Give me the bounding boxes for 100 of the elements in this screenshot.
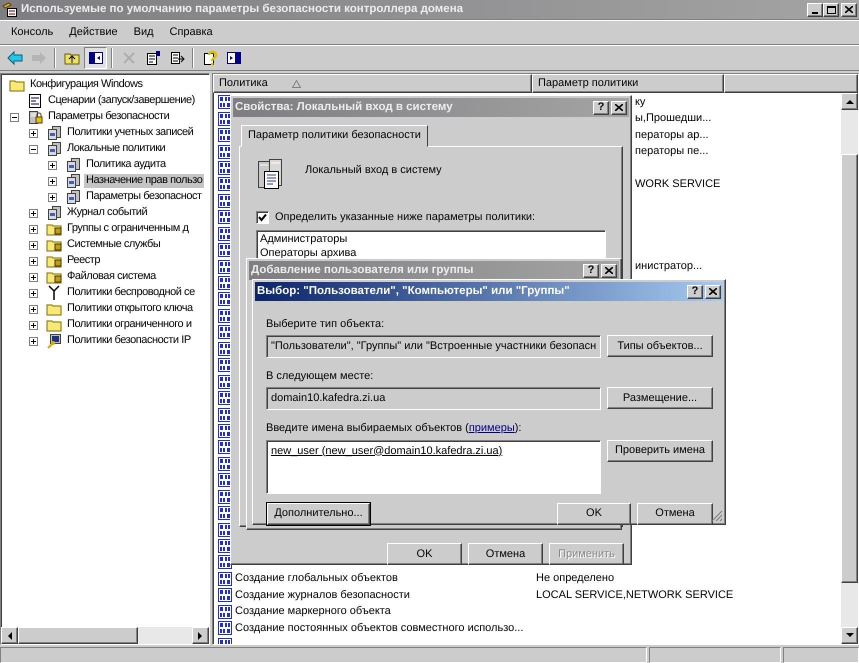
antenna-icon (46, 285, 62, 301)
list-item[interactable]: Операторы архива (260, 246, 602, 260)
readonly-field[interactable]: domain10.kafedra.zi.ua (266, 387, 601, 410)
tree-item[interactable]: Политики беспроводной се (65, 286, 197, 300)
policy-name: Создание маркерного объекта (235, 605, 391, 618)
tree-item[interactable]: Группы с ограниченным д (65, 222, 190, 236)
dialog-button[interactable]: Дополнительно... (267, 502, 370, 525)
dialog-title: Добавление пользователя или группы (251, 264, 474, 278)
tree-item[interactable]: Журнал событий (65, 206, 150, 220)
scroll-right-button[interactable] (192, 627, 209, 644)
close-button[interactable] (601, 264, 617, 278)
scroll-left-button[interactable] (1, 627, 18, 644)
policy-name: Локальный вход в систему (305, 164, 442, 178)
readonly-field[interactable]: "Пользователи", "Группы" или "Встроенные участники безопасн (266, 335, 601, 358)
policy-setting: WORK SERVICE (635, 178, 720, 191)
tree-item[interactable]: Сценарии (запуск/завершение) (46, 94, 197, 108)
tree-item[interactable]: Реестр (65, 254, 102, 268)
tree-item[interactable]: Конфигурация Windows (28, 78, 144, 92)
show-tree-button[interactable] (84, 47, 107, 69)
names-field[interactable]: new_user (new_user@domain10.kafedra.zi.ua) (266, 440, 601, 494)
help-button[interactable]: ? (687, 284, 703, 298)
expand-button[interactable] (29, 288, 38, 298)
menu-item[interactable]: Справка (162, 24, 221, 40)
column-header[interactable]: Параметр политики (532, 74, 724, 93)
servers-icon (46, 205, 62, 221)
maximize-button[interactable] (823, 2, 839, 16)
dialog-button[interactable]: Отмена (637, 502, 713, 525)
tree-item[interactable]: Политики учетных записей (65, 126, 196, 140)
close-button[interactable] (705, 284, 721, 298)
checkbox-label[interactable]: Определить указанные ниже параметры политики: (275, 211, 536, 224)
expand-button[interactable] (29, 272, 38, 282)
tree-item[interactable]: Локальные политики (65, 142, 168, 156)
expand-button[interactable] (29, 304, 38, 314)
menu-item[interactable]: Вид (126, 24, 162, 40)
tree-item[interactable]: Параметры безопасности (46, 110, 172, 124)
column-header[interactable]: Политика (213, 74, 532, 93)
checkmark-icon (258, 213, 267, 222)
servers-icon (65, 173, 81, 189)
expand-button[interactable] (29, 240, 38, 250)
scroll-down-button[interactable] (841, 627, 858, 644)
expand-button[interactable] (48, 192, 57, 202)
servers-icon (65, 189, 81, 205)
help-button[interactable]: ? (583, 264, 599, 278)
policy-icon (217, 570, 233, 587)
expand-button[interactable] (29, 128, 38, 138)
scrollbar-thumb[interactable] (841, 154, 858, 583)
back-arrow-icon (6, 50, 22, 66)
tree-item[interactable]: Политика аудита (84, 158, 168, 172)
policy-setting: LOCAL SERVICE,NETWORK SERVICE (535, 588, 734, 602)
field-label: Выберите тип объекта: (266, 318, 384, 330)
collapse-button[interactable] (29, 144, 38, 154)
dialog-button[interactable]: OK (557, 502, 631, 525)
column-header[interactable] (724, 74, 858, 93)
maximize-icon (826, 6, 836, 14)
action-pane-icon (226, 50, 242, 66)
tree-item[interactable]: Политики безопасности IP (65, 334, 193, 348)
scrollbar-thumb[interactable] (18, 627, 138, 644)
close-icon (709, 288, 717, 295)
examples-link[interactable]: примеры (468, 422, 515, 434)
policy-name: Создание глобальных объектов (235, 572, 398, 586)
collapse-button[interactable] (10, 112, 19, 122)
tree-item[interactable]: Файловая система (65, 270, 158, 284)
window-title: Используемые по умолчанию параметры безопасности контроллера домена (21, 2, 464, 16)
menu-item[interactable]: Действие (61, 24, 126, 40)
script-icon (27, 93, 43, 109)
dialog-title: Выбор: "Пользователи", "Компьютеры" или "Группы" (257, 284, 571, 298)
expand-button[interactable] (29, 256, 38, 266)
close-button[interactable] (841, 2, 857, 16)
tree-item[interactable]: Политики открытого ключа (65, 302, 195, 316)
expand-button[interactable] (29, 224, 38, 234)
expand-button[interactable] (29, 208, 38, 218)
expand-button[interactable] (48, 160, 57, 170)
close-icon (605, 267, 613, 274)
delete-icon (120, 50, 136, 66)
check-names-button[interactable]: Проверить имена (607, 440, 713, 462)
computer-key-icon (46, 333, 62, 349)
tree-item[interactable]: Назначение прав пользо (84, 174, 204, 188)
scroll-up-button[interactable] (841, 93, 858, 110)
resize-grip[interactable] (711, 510, 723, 522)
checkbox[interactable] (256, 211, 269, 224)
expand-button[interactable] (48, 176, 57, 186)
tab[interactable]: Параметр политики безопасности (241, 125, 428, 148)
dialog-button[interactable]: Отмена (468, 543, 543, 566)
help-button[interactable]: ? (593, 100, 609, 114)
dialog-button[interactable]: OK (387, 543, 462, 566)
expand-button[interactable] (29, 336, 38, 346)
policy-setting: ператоры пе... (635, 144, 708, 158)
menu-item[interactable]: Консоль (3, 24, 62, 40)
list-item[interactable]: Администраторы (260, 233, 602, 247)
close-button[interactable] (611, 100, 627, 114)
tree-item[interactable]: Параметры безопасност (84, 190, 204, 204)
policy-setting: ы,Прошедши... (635, 112, 712, 126)
minimize-button[interactable] (807, 2, 823, 16)
locations-button[interactable]: Размещение... (607, 387, 713, 410)
object-types-button[interactable]: Типы объектов... (607, 335, 713, 358)
expand-button[interactable] (29, 320, 38, 330)
tree-item[interactable]: Системные службы (65, 238, 162, 252)
arrow-down-icon (846, 633, 854, 638)
servers-icon (46, 125, 62, 141)
tree-item[interactable]: Политики ограниченного и (65, 318, 194, 332)
